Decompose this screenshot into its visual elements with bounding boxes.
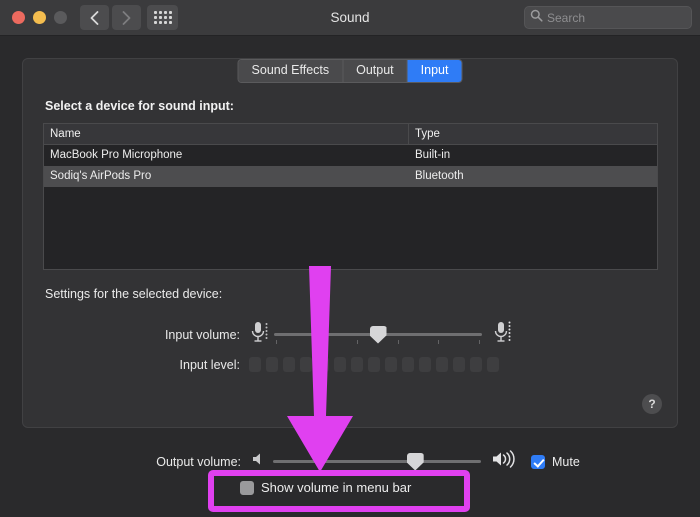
microphone-low-icon bbox=[249, 320, 269, 349]
input-level-label: Input level: bbox=[179, 357, 240, 372]
input-volume-slider[interactable] bbox=[274, 324, 482, 346]
input-volume-label: Input volume: bbox=[164, 327, 240, 342]
show-volume-in-menu-bar-label: Show volume in menu bar bbox=[261, 480, 412, 495]
input-volume-row: Input volume: bbox=[150, 320, 512, 349]
output-volume-label: Output volume: bbox=[156, 454, 241, 469]
input-level-meter bbox=[249, 357, 499, 372]
slider-track bbox=[273, 459, 481, 463]
tab-sound-effects[interactable]: Sound Effects bbox=[238, 60, 344, 82]
mute-label: Mute bbox=[552, 454, 580, 469]
device-table[interactable]: Name Type MacBook Pro Microphone Built-i… bbox=[43, 123, 658, 270]
tab-bar: Sound Effects Output Input bbox=[237, 59, 463, 83]
help-button[interactable]: ? bbox=[642, 394, 662, 414]
tab-input[interactable]: Input bbox=[407, 60, 462, 82]
tab-output[interactable]: Output bbox=[343, 60, 408, 82]
table-header-row: Name Type bbox=[44, 124, 657, 145]
column-header-type[interactable]: Type bbox=[409, 124, 657, 144]
slider-thumb[interactable] bbox=[406, 452, 424, 471]
device-type: Bluetooth bbox=[415, 170, 464, 182]
device-name: Sodiq's AirPods Pro bbox=[50, 170, 152, 182]
select-device-label: Select a device for sound input: bbox=[45, 99, 234, 113]
microphone-high-icon bbox=[492, 320, 512, 349]
search-field[interactable] bbox=[524, 6, 692, 29]
table-row[interactable]: Sodiq's AirPods Pro Bluetooth bbox=[44, 166, 657, 187]
speaker-low-icon bbox=[251, 451, 267, 472]
search-icon bbox=[530, 9, 543, 27]
column-header-name[interactable]: Name bbox=[44, 124, 409, 144]
search-input[interactable] bbox=[547, 10, 677, 25]
mute-checkbox-group[interactable]: Mute bbox=[531, 454, 580, 469]
input-level-row: Input level: bbox=[150, 357, 499, 372]
device-name: MacBook Pro Microphone bbox=[50, 149, 183, 161]
settings-label: Settings for the selected device: bbox=[45, 287, 223, 301]
output-volume-row: Output volume: Mute bbox=[133, 450, 580, 473]
table-row[interactable]: MacBook Pro Microphone Built-in bbox=[44, 145, 657, 166]
device-type: Built-in bbox=[415, 149, 451, 161]
speaker-high-icon bbox=[491, 450, 519, 473]
window-titlebar: Sound bbox=[0, 0, 700, 36]
output-volume-slider[interactable] bbox=[273, 451, 481, 473]
show-volume-in-menu-bar-group[interactable]: Show volume in menu bar bbox=[240, 480, 411, 495]
mute-checkbox[interactable] bbox=[531, 454, 545, 469]
show-volume-in-menu-bar-checkbox[interactable] bbox=[240, 480, 254, 495]
